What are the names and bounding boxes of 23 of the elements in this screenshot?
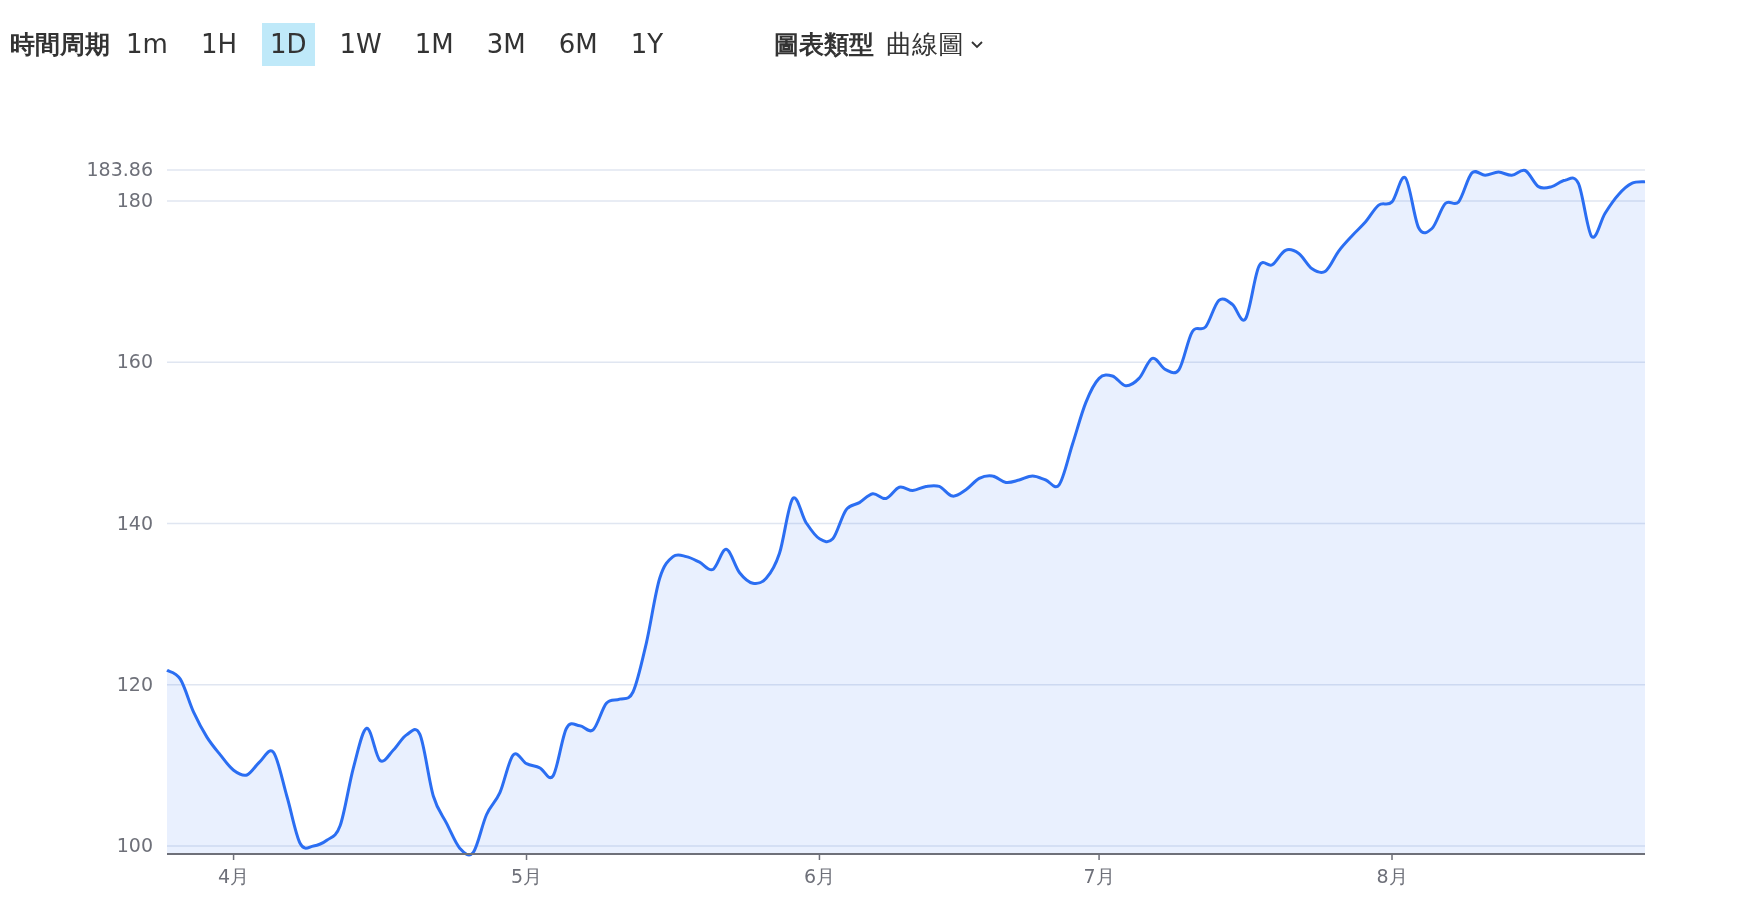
period-tab[interactable]: 1H [192, 22, 245, 66]
period-tab[interactable]: 1Y [622, 22, 672, 66]
y-axis-label: 180 [116, 189, 153, 212]
x-axis-label: 7月 [1083, 865, 1115, 887]
period-tab[interactable]: 1D [261, 22, 315, 66]
y-axis-label: 120 [116, 672, 153, 695]
period-tab[interactable]: 1M [406, 22, 462, 66]
y-axis-label: 140 [116, 511, 153, 534]
period-tab[interactable]: 1W [331, 22, 390, 66]
chart-type-label: 圖表類型 [774, 28, 875, 61]
y-axis-label: 160 [116, 350, 153, 373]
y-axis-label: 183.86 [86, 158, 153, 180]
period-tab[interactable]: 1m [118, 22, 176, 66]
x-axis-label: 5月 [510, 865, 543, 887]
time-period-label: 時間周期 [10, 28, 110, 61]
x-axis-label: 8月 [1376, 865, 1408, 887]
chart-type-dropdown[interactable]: 曲線圖 [882, 26, 989, 62]
period-tab[interactable]: 6M [550, 22, 606, 66]
x-axis-label: 6月 [803, 865, 835, 887]
y-axis-label: 100 [116, 833, 153, 856]
x-axis-label: 4月 [218, 865, 250, 887]
chevron-down-icon [970, 39, 985, 49]
period-tab[interactable]: 3M [478, 22, 534, 66]
